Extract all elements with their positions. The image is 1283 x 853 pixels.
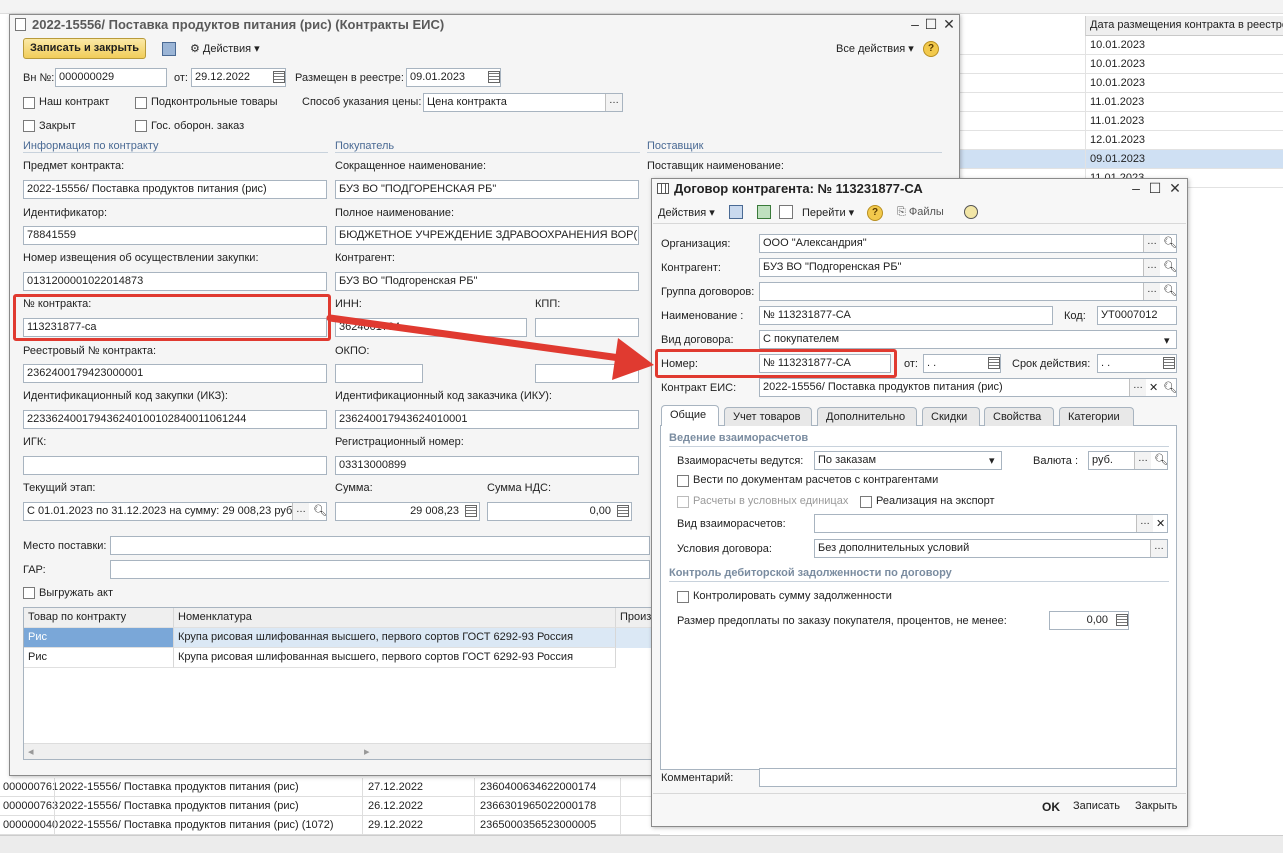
tab-0[interactable]: Общие bbox=[661, 405, 719, 426]
annotation-arrow bbox=[326, 314, 654, 380]
